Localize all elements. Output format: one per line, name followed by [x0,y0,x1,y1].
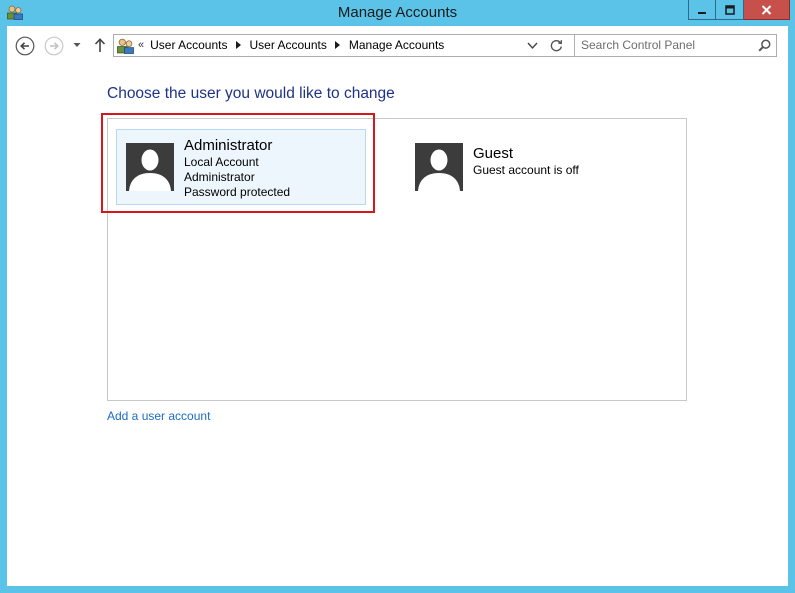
maximize-icon [724,4,735,15]
address-bar[interactable]: « User Accounts User Accounts Manage Acc… [113,34,575,57]
account-status: Guest account is off [473,163,579,177]
window-controls [688,0,790,20]
add-user-account-link[interactable]: Add a user account [107,409,210,423]
account-tile-guest[interactable]: Guest Guest account is off [415,143,675,193]
account-role: Administrator [184,170,255,184]
manage-accounts-window: Manage Accounts « User Accounts User Acc… [0,0,795,593]
breadcrumb-separator-icon[interactable] [334,41,340,49]
account-details: Administrator Local Account Administrato… [184,137,290,200]
breadcrumb: « User Accounts User Accounts Manage Acc… [137,38,444,52]
close-button[interactable] [744,0,790,20]
account-password-status: Password protected [184,185,291,199]
user-avatar-icon [126,143,174,191]
navigation-bar: « User Accounts User Accounts Manage Acc… [7,26,788,64]
forward-arrow-icon[interactable] [44,36,64,56]
account-name: Guest [473,145,514,162]
account-name: Administrator [184,137,273,154]
control-panel-client: « User Accounts User Accounts Manage Acc… [7,26,788,586]
account-details: Guest Guest account is off [473,145,579,178]
user-accounts-icon [117,38,134,54]
breadcrumb-item-user-accounts[interactable]: User Accounts [150,38,227,52]
up-arrow-icon[interactable] [93,37,107,53]
title-bar[interactable]: Manage Accounts [0,0,795,26]
account-type: Local Account [184,155,259,169]
chevron-down-icon[interactable] [72,40,82,50]
back-arrow-icon[interactable] [15,36,35,56]
breadcrumb-separator-icon[interactable] [235,41,241,49]
search-box[interactable] [574,34,777,57]
minimize-icon [698,11,706,14]
account-tile-administrator[interactable]: Administrator Local Account Administrato… [116,129,366,205]
page-heading: Choose the user you would like to change [107,85,395,102]
search-icon[interactable] [758,39,771,52]
refresh-icon[interactable] [550,39,563,52]
breadcrumb-item-user-accounts-2[interactable]: User Accounts [250,38,327,52]
chevron-down-icon[interactable] [527,41,538,50]
minimize-button[interactable] [688,0,716,20]
window-title: Manage Accounts [337,4,458,21]
close-icon [761,4,772,15]
search-input[interactable] [581,38,751,52]
breadcrumb-overflow[interactable]: « [138,39,144,51]
maximize-button[interactable] [716,0,744,20]
user-avatar-icon [415,143,463,191]
breadcrumb-item-manage-accounts[interactable]: Manage Accounts [349,38,444,52]
